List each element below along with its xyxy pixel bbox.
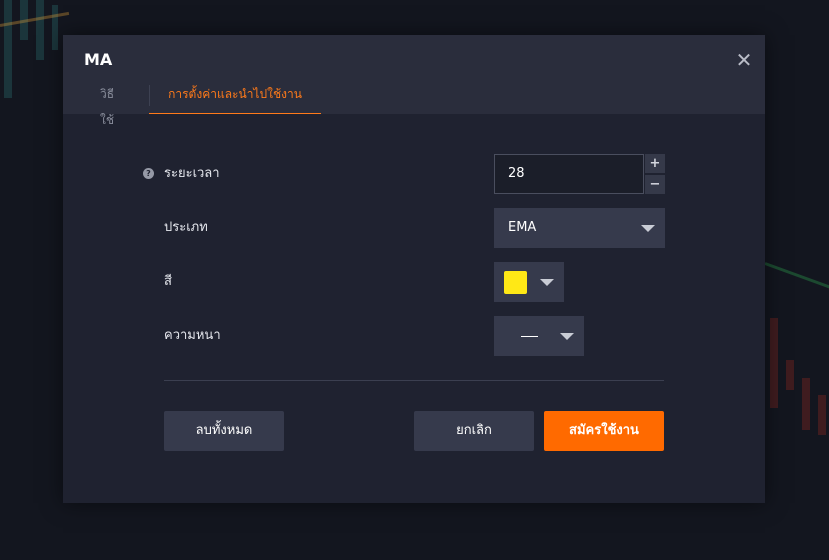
color-swatch	[504, 271, 527, 294]
form-divider	[164, 380, 664, 381]
backdrop-candle	[802, 378, 810, 430]
chevron-down-icon	[560, 333, 574, 340]
backdrop-candle	[4, 0, 12, 98]
color-row: สี	[63, 262, 765, 302]
backdrop-candle	[770, 318, 778, 408]
backdrop-candle	[818, 395, 826, 435]
backdrop-line	[764, 262, 829, 289]
chevron-down-icon	[540, 279, 554, 286]
line-thickness-icon	[521, 336, 538, 337]
dialog-tabs: วิธีใช้ การตั้งค่าและนำไปใช้งาน	[63, 81, 765, 127]
backdrop-candle	[786, 360, 794, 390]
color-label: สี	[164, 274, 172, 289]
period-label: ระยะเวลา	[164, 166, 220, 181]
period-input[interactable]: 28	[494, 154, 644, 194]
type-label: ประเภท	[164, 220, 208, 235]
period-row: ? ระยะเวลา 28 + −	[63, 154, 765, 194]
thickness-select[interactable]	[494, 316, 584, 356]
cancel-button[interactable]: ยกเลิก	[414, 411, 534, 451]
type-select-value: EMA	[508, 220, 537, 235]
thickness-row: ความหนา	[63, 316, 765, 356]
period-increment-button[interactable]: +	[645, 154, 665, 173]
backdrop-candle	[52, 5, 58, 50]
backdrop-candle	[36, 0, 44, 60]
help-icon[interactable]: ?	[143, 168, 154, 179]
indicator-settings-dialog: MA ✕ วิธีใช้ การตั้งค่าและนำไปใช้งาน ? ร…	[63, 35, 765, 503]
period-decrement-button[interactable]: −	[645, 175, 665, 194]
close-icon[interactable]: ✕	[735, 50, 753, 70]
type-select[interactable]: EMA	[494, 208, 665, 248]
tab-usage[interactable]: วิธีใช้	[93, 81, 121, 127]
reset-all-button[interactable]: ลบทั้งหมด	[164, 411, 284, 451]
dialog-header: MA ✕ วิธีใช้ การตั้งค่าและนำไปใช้งาน	[63, 35, 765, 127]
chevron-down-icon	[641, 225, 655, 232]
apply-button[interactable]: สมัครใช้งาน	[544, 411, 664, 451]
type-row: ประเภท EMA	[63, 208, 765, 248]
thickness-label: ความหนา	[164, 328, 221, 343]
tab-settings[interactable]: การตั้งค่าและนำไปใช้งาน	[149, 81, 321, 114]
dialog-title: MA	[84, 50, 113, 69]
color-select[interactable]	[494, 262, 564, 302]
